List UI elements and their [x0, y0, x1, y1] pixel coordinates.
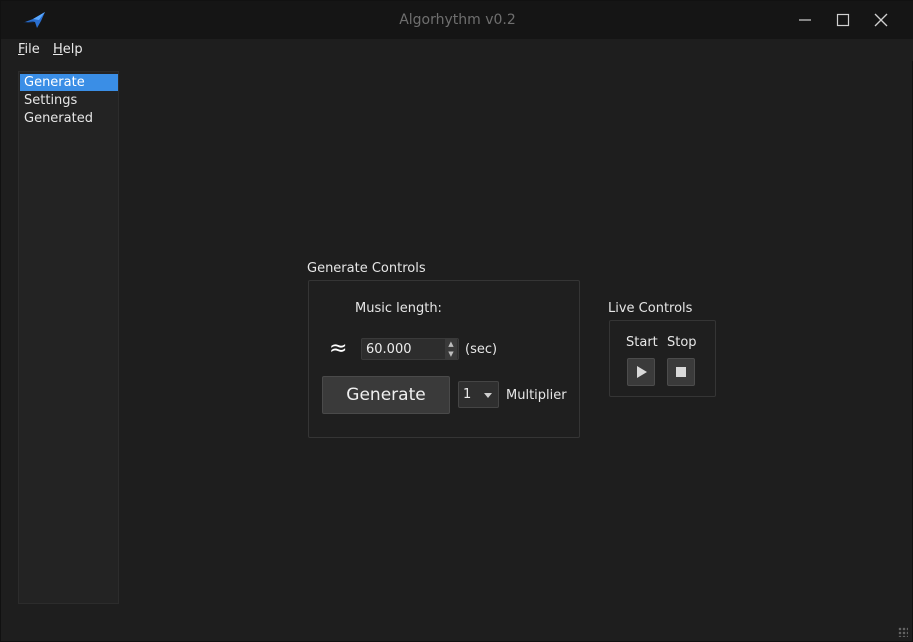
multiplier-label: Multiplier	[506, 388, 567, 403]
title-bar: Algorhythm v0.2	[1, 1, 913, 39]
window-title: Algorhythm v0.2	[399, 12, 516, 28]
spin-up-button[interactable]: ▲	[445, 339, 457, 349]
chevron-down-icon: ▼	[448, 350, 454, 358]
menu-bar: File Help	[1, 39, 913, 61]
play-icon	[637, 366, 647, 378]
multiplier-select[interactable]: 1	[458, 381, 499, 408]
app-window: Algorhythm v0.2 File Help Generate Setti…	[0, 0, 913, 642]
generate-button[interactable]: Generate	[322, 376, 450, 414]
menu-help-label: elp	[62, 42, 83, 57]
live-controls-title: Live Controls	[608, 301, 693, 316]
stop-button[interactable]	[667, 358, 695, 386]
play-button[interactable]	[627, 358, 655, 386]
multiplier-value: 1	[463, 387, 472, 402]
music-length-label: Music length:	[355, 301, 442, 316]
stop-label: Stop	[667, 335, 697, 350]
music-length-spinbox[interactable]: 60.000 ▲ ▼	[361, 338, 459, 360]
generate-controls-title: Generate Controls	[307, 261, 426, 276]
menu-file[interactable]: File	[18, 42, 40, 57]
minimize-button[interactable]	[794, 9, 816, 31]
resize-grip[interactable]	[898, 627, 908, 637]
minimize-icon	[799, 19, 811, 21]
sidebar-item-generated[interactable]: Generated	[20, 110, 118, 127]
chevron-up-icon: ▲	[448, 340, 454, 348]
maximize-icon	[836, 13, 850, 27]
close-icon	[874, 13, 888, 27]
seconds-unit-label: (sec)	[465, 342, 498, 357]
close-button[interactable]	[870, 9, 892, 31]
stop-icon	[676, 367, 686, 377]
menu-file-label: ile	[24, 42, 40, 57]
start-label: Start	[626, 335, 658, 350]
sidebar-item-generate[interactable]: Generate	[20, 74, 118, 91]
maximize-button[interactable]	[832, 9, 854, 31]
approx-icon: ≈	[329, 336, 348, 361]
music-length-value[interactable]: 60.000	[366, 342, 412, 357]
menu-help[interactable]: Help	[53, 42, 83, 57]
sidebar-nav: Generate Settings Generated	[18, 71, 119, 604]
spin-down-button[interactable]: ▼	[445, 349, 457, 359]
dropdown-caret-icon	[484, 393, 492, 398]
live-controls-group	[609, 320, 716, 397]
menu-help-mnemonic: H	[53, 42, 63, 57]
sidebar-item-settings[interactable]: Settings	[20, 92, 118, 109]
